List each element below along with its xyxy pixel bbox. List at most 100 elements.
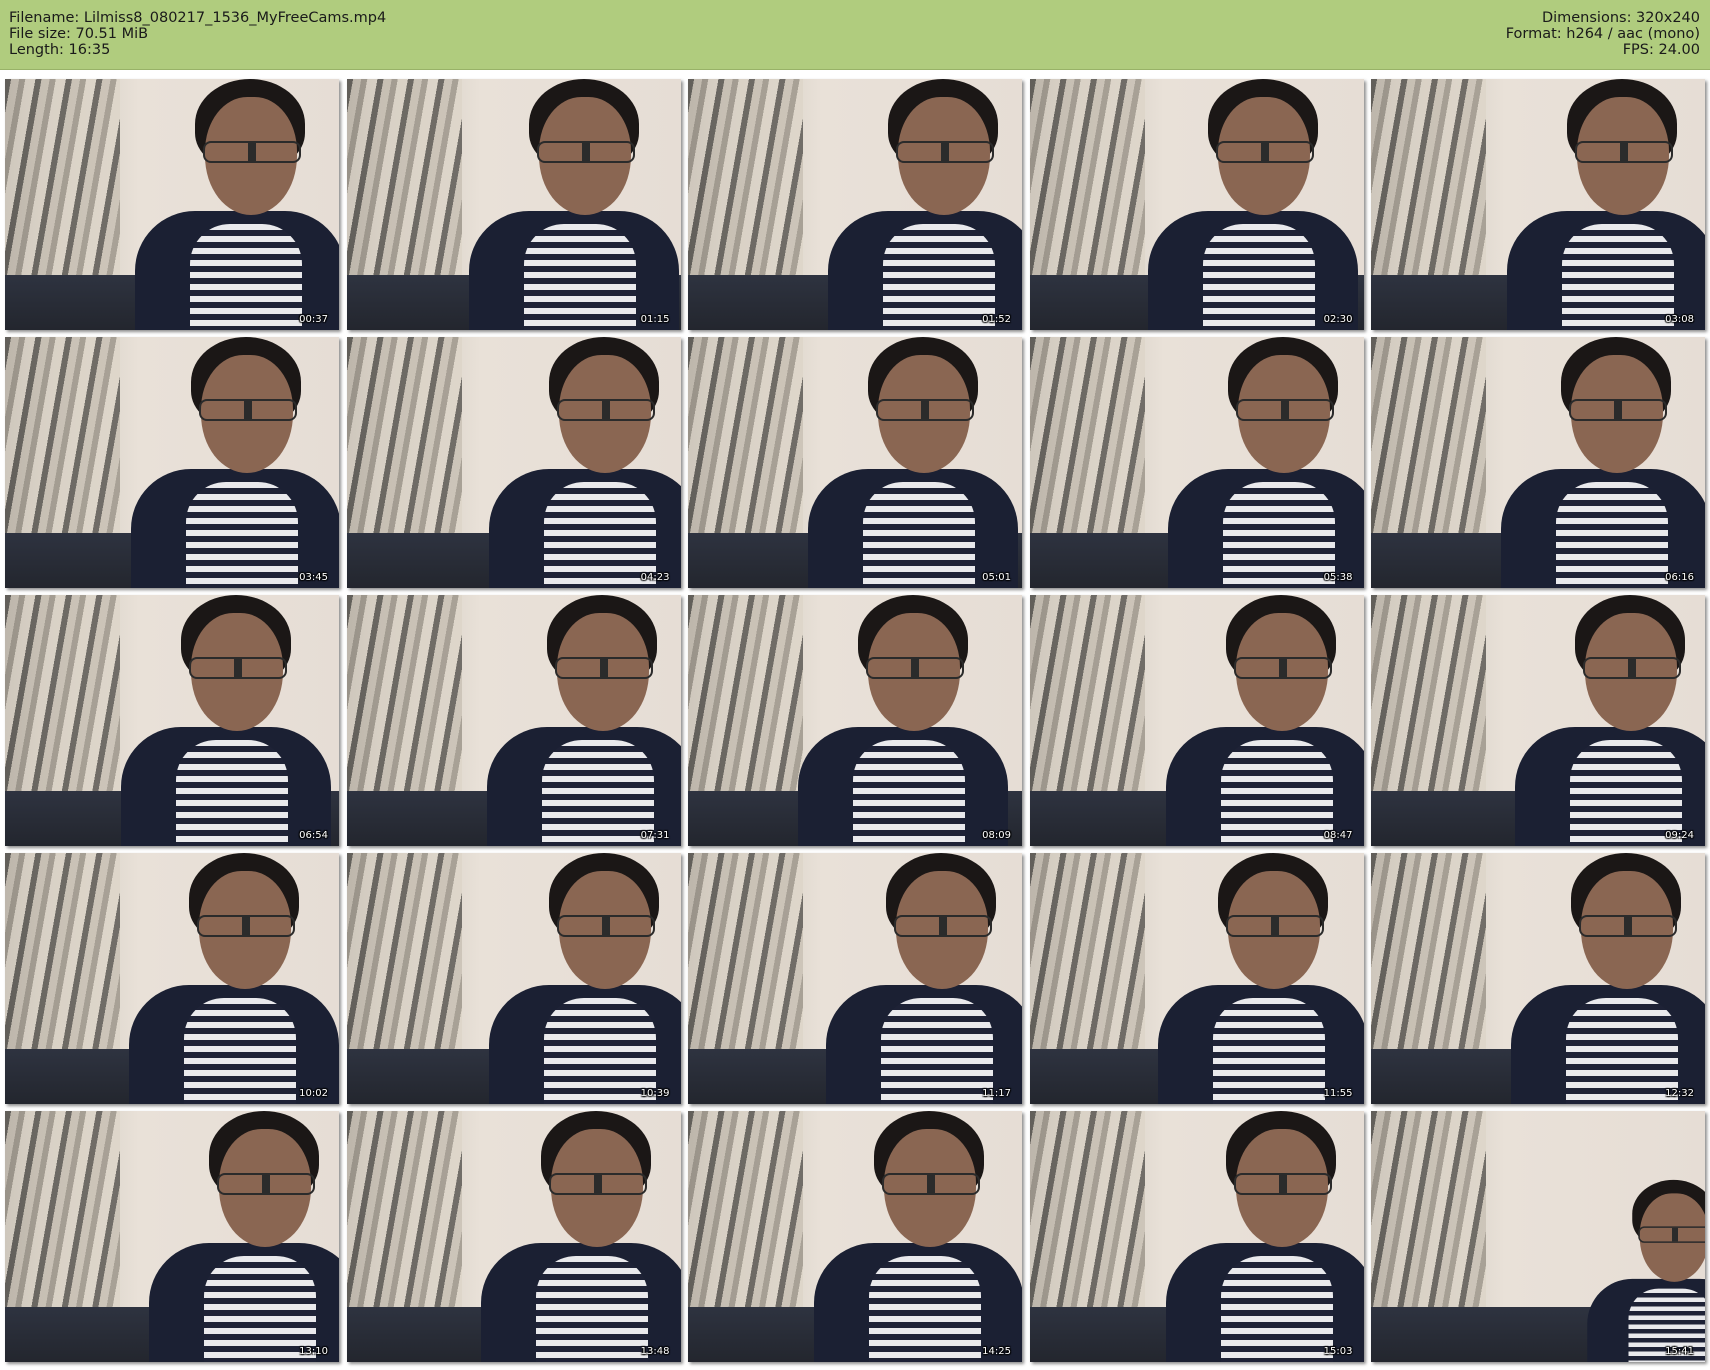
timestamp-label: 01:15 — [640, 314, 670, 325]
person-glasses — [882, 1173, 980, 1195]
person-glasses — [1638, 1226, 1705, 1243]
person-figure — [1157, 853, 1364, 1104]
timestamp-label: 10:39 — [640, 1088, 670, 1099]
person-figure — [1515, 595, 1705, 846]
filename-text: Filename: Lilmiss8_080217_1536_MyFreeCam… — [9, 10, 387, 26]
timestamp-label: 05:38 — [1323, 572, 1353, 583]
thumbnail-frame: 08:47 — [1029, 595, 1364, 846]
timestamp-label: 15:41 — [1665, 1346, 1694, 1357]
thumbnail-frame: 11:17 — [688, 853, 1022, 1104]
person-figure — [121, 595, 331, 846]
person-glasses — [1235, 399, 1334, 421]
person-figure — [486, 595, 681, 846]
thumbnail-frame: 00:37 — [5, 79, 339, 330]
dimensions-text: Dimensions: 320x240 — [1541, 10, 1700, 26]
timestamp-label: 12:32 — [1665, 1088, 1694, 1099]
timestamp-label: 06:54 — [299, 830, 328, 841]
timestamp-label: 13:10 — [299, 1346, 328, 1357]
person-shirt — [883, 224, 995, 330]
person-shirt — [1556, 482, 1668, 588]
person-glasses — [217, 1173, 315, 1195]
person-glasses — [1215, 141, 1314, 163]
person-glasses — [197, 915, 295, 937]
timestamp-label: 06:16 — [1665, 572, 1694, 583]
person-figure — [828, 79, 1022, 330]
person-glasses — [556, 399, 655, 421]
timestamp-label: 13:48 — [640, 1346, 670, 1357]
thumbnail-grid: 00:37 01:15 01:52 02:30 03:08 03:45 04:23 05:01… — [5, 79, 1705, 1362]
thumbnail-frame: 14:25 — [688, 1111, 1022, 1362]
info-header: Filename: Lilmiss8_080217_1536_MyFreeCam… — [0, 0, 1710, 70]
person-shirt — [186, 482, 298, 588]
thumbnail-frame: 10:02 — [5, 853, 339, 1104]
person-figure — [798, 595, 1008, 846]
person-figure — [129, 853, 339, 1104]
timestamp-label: 07:31 — [640, 830, 670, 841]
person-glasses — [556, 915, 655, 937]
person-glasses — [536, 141, 635, 163]
person-shirt — [523, 224, 636, 330]
thumbnail-frame: 06:16 — [1371, 337, 1705, 588]
person-glasses — [1579, 915, 1677, 937]
thumbnail-frame: 13:10 — [5, 1111, 339, 1362]
person-figure — [1165, 595, 1364, 846]
person-shirt — [869, 1256, 981, 1362]
timestamp-label: 11:17 — [982, 1088, 1011, 1099]
person-figure — [1147, 79, 1358, 330]
person-figure — [1587, 1179, 1705, 1362]
timestamp-label: 00:37 — [299, 314, 328, 325]
person-figure — [488, 337, 681, 588]
person-glasses — [1569, 399, 1667, 421]
person-shirt — [1220, 740, 1333, 846]
person-shirt — [1202, 224, 1315, 330]
person-figure — [480, 1111, 681, 1362]
thumbnail-frame: 05:38 — [1029, 337, 1364, 588]
person-figure — [1165, 1111, 1364, 1362]
person-glasses — [548, 1173, 647, 1195]
person-shirt — [543, 482, 656, 588]
person-shirt — [190, 224, 302, 330]
person-glasses — [866, 657, 964, 679]
person-figure — [808, 337, 1018, 588]
person-figure — [468, 79, 679, 330]
person-figure — [1507, 79, 1705, 330]
thumbnail-frame: 10:39 — [346, 853, 681, 1104]
person-shirt — [881, 998, 993, 1104]
thumbnail-frame: 15:03 — [1029, 1111, 1364, 1362]
thumbnail-frame: 13:48 — [346, 1111, 681, 1362]
thumbnail-frame: 09:24 — [1371, 595, 1705, 846]
person-shirt — [1566, 998, 1678, 1104]
file-size-text: File size: 70.51 MiB — [9, 26, 149, 42]
person-shirt — [543, 998, 656, 1104]
person-figure — [826, 853, 1022, 1104]
person-shirt — [541, 740, 654, 846]
person-glasses — [203, 141, 301, 163]
person-glasses — [876, 399, 974, 421]
thumbnail-frame: 12:32 — [1371, 853, 1705, 1104]
person-figure — [488, 853, 681, 1104]
person-figure — [1501, 337, 1705, 588]
thumbnail-frame: 07:31 — [346, 595, 681, 846]
timestamp-label: 15:03 — [1323, 1346, 1353, 1357]
person-glasses — [554, 657, 653, 679]
timestamp-label: 08:47 — [1323, 830, 1353, 841]
timestamp-label: 03:08 — [1665, 314, 1694, 325]
person-figure — [135, 79, 339, 330]
timestamp-label: 09:24 — [1665, 830, 1694, 841]
person-figure — [814, 1111, 1022, 1362]
person-glasses — [1225, 915, 1324, 937]
thumbnail-frame: 11:55 — [1029, 853, 1364, 1104]
thumbnail-frame: 01:15 — [346, 79, 681, 330]
person-glasses — [1575, 141, 1673, 163]
person-shirt — [176, 740, 288, 846]
person-figure — [1167, 337, 1364, 588]
person-shirt — [184, 998, 296, 1104]
thumbnail-frame: 03:45 — [5, 337, 339, 588]
thumbnail-frame: 05:01 — [688, 337, 1022, 588]
thumbnail-frame: 04:23 — [346, 337, 681, 588]
timestamp-label: 05:01 — [982, 572, 1011, 583]
person-glasses — [1233, 1173, 1332, 1195]
length-text: Length: 16:35 — [9, 42, 111, 58]
fps-text: FPS: 24.00 — [1622, 42, 1700, 58]
timestamp-label: 14:25 — [982, 1346, 1011, 1357]
